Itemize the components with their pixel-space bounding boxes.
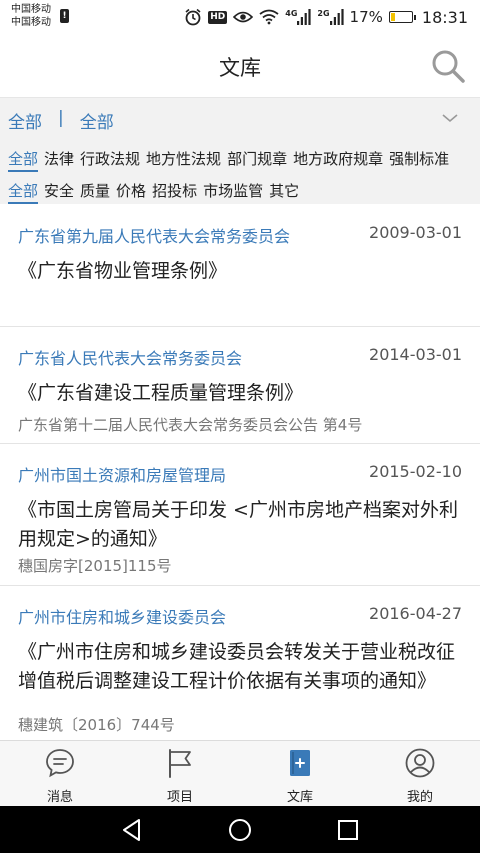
filter-chip-mandatory-standard[interactable]: 强制标准: [389, 148, 449, 172]
breadcrumb-separator: |: [58, 108, 64, 128]
system-nav-bar: [0, 806, 480, 853]
category-filter-row: 全部 法律 行政法规 地方性法规 部门规章 地方政府规章 强制标准: [8, 148, 449, 172]
filter-panel: 全部 | 全部 全部 法律 行政法规 地方性法规 部门规章 地方政府规章 强制标…: [0, 98, 480, 204]
breadcrumb: 全部 | 全部: [8, 108, 114, 133]
filter-chip-other[interactable]: 其它: [269, 180, 299, 204]
nav-label-library: 文库: [286, 790, 313, 805]
sim-alert-icon: !: [60, 9, 69, 23]
document-title: 《市国土房管局关于印发 <广州市房地产档案对外利用规定>的通知》: [18, 499, 458, 550]
document-title: 《广东省物业管理条例》: [18, 260, 228, 282]
document-issuer: 广州市国土资源和房屋管理局: [18, 466, 227, 485]
document-date: 2009-03-01: [369, 223, 462, 242]
document-issuer: 广东省第九届人民代表大会常务委员会: [18, 227, 291, 246]
search-icon[interactable]: [430, 48, 466, 84]
hd-icon: HD: [208, 10, 228, 24]
document-number: 穗国房字[2015]115号: [18, 557, 172, 575]
topic-filter-row: 全部 安全 质量 价格 招投标 市场监管 其它: [8, 180, 299, 204]
signal-bars-icon: [329, 9, 344, 25]
document-title: 《广州市住房和城乡建设委员会转发关于营业税改征增值税后调整建设工程计价依据有关事…: [18, 641, 456, 692]
message-icon: [46, 749, 74, 778]
list-item[interactable]: 广州市住房和城乡建设委员会 2016-04-27 《广州市住房和城乡建设委员会转…: [0, 586, 480, 740]
status-icons: HD 4G 2G 17% 18:31: [184, 6, 468, 28]
alarm-icon: [185, 8, 201, 26]
filter-chip-all[interactable]: 全部: [8, 180, 39, 204]
chevron-down-icon[interactable]: [440, 108, 460, 128]
document-issuer: 广州市住房和城乡建设委员会: [18, 608, 227, 627]
signal-2: 2G: [317, 9, 344, 25]
document-date: 2015-02-10: [369, 462, 462, 481]
network-type-2: 2G: [317, 9, 330, 18]
document-title: 《广东省建设工程质量管理条例》: [18, 382, 304, 404]
list-item[interactable]: 广东省第九届人民代表大会常务委员会 2009-03-01 《广东省物业管理条例》: [0, 205, 480, 327]
filter-chip-quality[interactable]: 质量: [80, 180, 110, 204]
home-icon[interactable]: [226, 816, 254, 844]
nav-label-projects: 项目: [166, 790, 193, 805]
document-number: 广东省第十二届人民代表大会常务委员会公告 第4号: [18, 416, 363, 434]
carrier-info: 中国移动 中国移动: [11, 3, 51, 29]
filter-chip-bidding[interactable]: 招投标: [152, 180, 197, 204]
list-item[interactable]: 广东省人民代表大会常务委员会 2014-03-01 《广东省建设工程质量管理条例…: [0, 327, 480, 444]
carrier-2: 中国移动: [11, 17, 51, 28]
battery-icon: [388, 11, 416, 23]
signal-bars-icon: [297, 9, 312, 25]
signal-1: 4G: [285, 9, 312, 25]
flag-icon: [169, 749, 191, 778]
document-date: 2016-04-27: [369, 604, 462, 623]
nav-item-messages[interactable]: 消息: [20, 741, 100, 807]
page-title: 文库: [219, 56, 261, 80]
document-list: 广东省第九届人民代表大会常务委员会 2009-03-01 《广东省物业管理条例》…: [0, 205, 480, 740]
carrier-1: 中国移动: [11, 4, 51, 15]
filter-chip-local-gov-rule[interactable]: 地方政府规章: [293, 148, 383, 172]
list-item[interactable]: 广州市国土资源和房屋管理局 2015-02-10 《市国土房管局关于印发 <广州…: [0, 444, 480, 586]
breadcrumb-subcategory[interactable]: 全部: [80, 108, 114, 133]
document-number: 穗建筑〔2016〕744号: [18, 716, 175, 734]
filter-chip-market-supervision[interactable]: 市场监管: [203, 180, 263, 204]
nav-item-projects[interactable]: 项目: [140, 741, 220, 807]
filter-chip-all[interactable]: 全部: [8, 148, 39, 172]
filter-chip-price[interactable]: 价格: [116, 180, 146, 204]
clock: 18:31: [421, 7, 468, 27]
nav-label-mine: 我的: [406, 790, 433, 805]
filter-chip-law[interactable]: 法律: [44, 148, 74, 172]
recent-apps-icon[interactable]: [334, 816, 362, 844]
breadcrumb-category[interactable]: 全部: [8, 108, 42, 133]
nav-item-library[interactable]: 文库: [260, 741, 340, 807]
app-screen: 中国移动 中国移动 ! HD 4G 2G 17% 18:31 文库 全部 | 全…: [0, 0, 480, 853]
back-icon[interactable]: [118, 816, 146, 844]
nav-item-mine[interactable]: 我的: [380, 741, 460, 807]
network-type-1: 4G: [285, 9, 298, 18]
eye-icon: [233, 11, 254, 23]
filter-chip-safety[interactable]: 安全: [44, 180, 74, 204]
filter-chip-department-rule[interactable]: 部门规章: [227, 148, 287, 172]
wifi-icon: [259, 9, 279, 25]
status-bar: 中国移动 中国移动 ! HD 4G 2G 17% 18:31: [0, 0, 480, 34]
filter-chip-local-regulation[interactable]: 地方性法规: [146, 148, 221, 172]
book-icon: [290, 750, 310, 776]
filter-chip-admin-regulation[interactable]: 行政法规: [80, 148, 140, 172]
nav-label-messages: 消息: [46, 790, 73, 805]
document-issuer: 广东省人民代表大会常务委员会: [18, 349, 243, 368]
bottom-nav: 消息 项目 文库 我的: [0, 740, 480, 806]
user-icon: [405, 748, 435, 778]
battery-percent: 17%: [349, 8, 383, 26]
document-date: 2014-03-01: [369, 345, 462, 364]
title-bar: 文库: [0, 34, 480, 98]
